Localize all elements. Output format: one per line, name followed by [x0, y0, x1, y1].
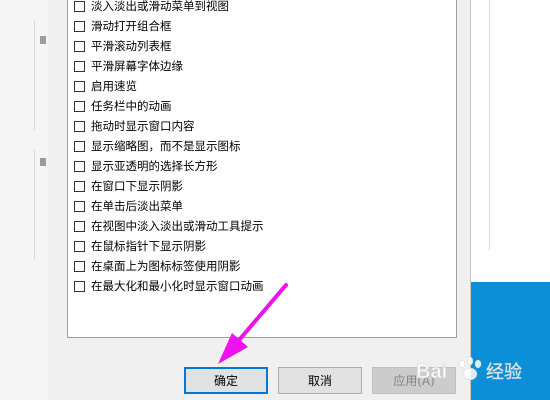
checkbox[interactable]: [74, 80, 85, 92]
background-divider: [34, 20, 35, 130]
option-label: 平滑屏幕字体边缘: [91, 59, 183, 73]
option-translucent-selection[interactable]: 显示亚透明的选择长方形: [74, 156, 218, 176]
option-fade-slide-menus[interactable]: 淡入淡出或滑动菜单到视图: [74, 0, 229, 16]
baidu-watermark-icon: Bai 经验: [416, 356, 522, 383]
background-tick-mark: [40, 36, 46, 44]
option-smooth-font-edges[interactable]: 平滑屏幕字体边缘: [74, 56, 183, 76]
background-tick-mark: [40, 158, 46, 166]
watermark-brand: Bai: [416, 361, 447, 383]
option-enable-peek[interactable]: 启用速览: [74, 76, 137, 96]
option-label: 在桌面上为图标标签使用阴影: [91, 259, 241, 273]
option-label: 启用速览: [91, 79, 137, 93]
checkbox[interactable]: [74, 280, 85, 292]
checkbox[interactable]: [74, 200, 85, 212]
option-label: 显示亚透明的选择长方形: [91, 159, 218, 173]
ok-button[interactable]: 确定: [184, 367, 268, 394]
option-taskbar-animations[interactable]: 任务栏中的动画: [74, 96, 172, 116]
option-pointer-shadow[interactable]: 在鼠标指针下显示阴影: [74, 236, 206, 256]
option-label: 在单击后淡出菜单: [91, 199, 183, 213]
checkbox[interactable]: [74, 20, 85, 32]
checkbox[interactable]: [74, 260, 85, 272]
checkbox[interactable]: [74, 220, 85, 232]
background-divider: [489, 0, 490, 250]
option-label: 平滑滚动列表框: [91, 39, 172, 53]
checkbox[interactable]: [74, 0, 85, 12]
checkbox[interactable]: [74, 140, 85, 152]
option-slide-combo-boxes[interactable]: 滑动打开组合框: [74, 16, 172, 36]
option-label: 在窗口下显示阴影: [91, 179, 183, 193]
background-window-left: [0, 0, 49, 400]
option-show-window-contents-drag[interactable]: 拖动时显示窗口内容: [74, 116, 195, 136]
option-show-thumbnails[interactable]: 显示缩略图，而不是显示图标: [74, 136, 241, 156]
checkbox[interactable]: [74, 40, 85, 52]
background-divider: [34, 150, 35, 260]
visual-effects-list[interactable]: 淡入淡出或滑动菜单到视图 滑动打开组合框 平滑滚动列表框 平滑屏幕字体边缘 启用…: [67, 0, 457, 338]
background-window-right: [470, 0, 550, 282]
checkbox[interactable]: [74, 120, 85, 132]
option-animate-min-max[interactable]: 在最大化和最小化时显示窗口动画: [74, 276, 264, 296]
checkbox[interactable]: [74, 240, 85, 252]
option-label: 任务栏中的动画: [91, 99, 172, 113]
option-label: 在视图中淡入淡出或滑动工具提示: [91, 219, 264, 233]
option-desktop-icon-label-shadows[interactable]: 在桌面上为图标标签使用阴影: [74, 256, 241, 276]
option-fade-menu-after-click[interactable]: 在单击后淡出菜单: [74, 196, 183, 216]
performance-options-dialog: 淡入淡出或滑动菜单到视图 滑动打开组合框 平滑滚动列表框 平滑屏幕字体边缘 启用…: [48, 0, 471, 400]
checkbox[interactable]: [74, 60, 85, 72]
checkbox[interactable]: [74, 100, 85, 112]
watermark-sub: 经验: [486, 362, 522, 383]
option-label: 滑动打开组合框: [91, 19, 172, 33]
option-fade-slide-tooltips[interactable]: 在视图中淡入淡出或滑动工具提示: [74, 216, 264, 236]
option-label: 在最大化和最小化时显示窗口动画: [91, 279, 264, 293]
option-window-shadows[interactable]: 在窗口下显示阴影: [74, 176, 183, 196]
checkbox[interactable]: [74, 180, 85, 192]
cancel-button[interactable]: 取消: [278, 367, 362, 394]
checkbox[interactable]: [74, 160, 85, 172]
screen: 淡入淡出或滑动菜单到视图 滑动打开组合框 平滑滚动列表框 平滑屏幕字体边缘 启用…: [0, 0, 550, 400]
option-label: 淡入淡出或滑动菜单到视图: [91, 0, 229, 13]
option-label: 在鼠标指针下显示阴影: [91, 239, 206, 253]
option-smooth-scroll-list[interactable]: 平滑滚动列表框: [74, 36, 172, 56]
option-label: 显示缩略图，而不是显示图标: [91, 139, 241, 153]
option-label: 拖动时显示窗口内容: [91, 119, 195, 133]
